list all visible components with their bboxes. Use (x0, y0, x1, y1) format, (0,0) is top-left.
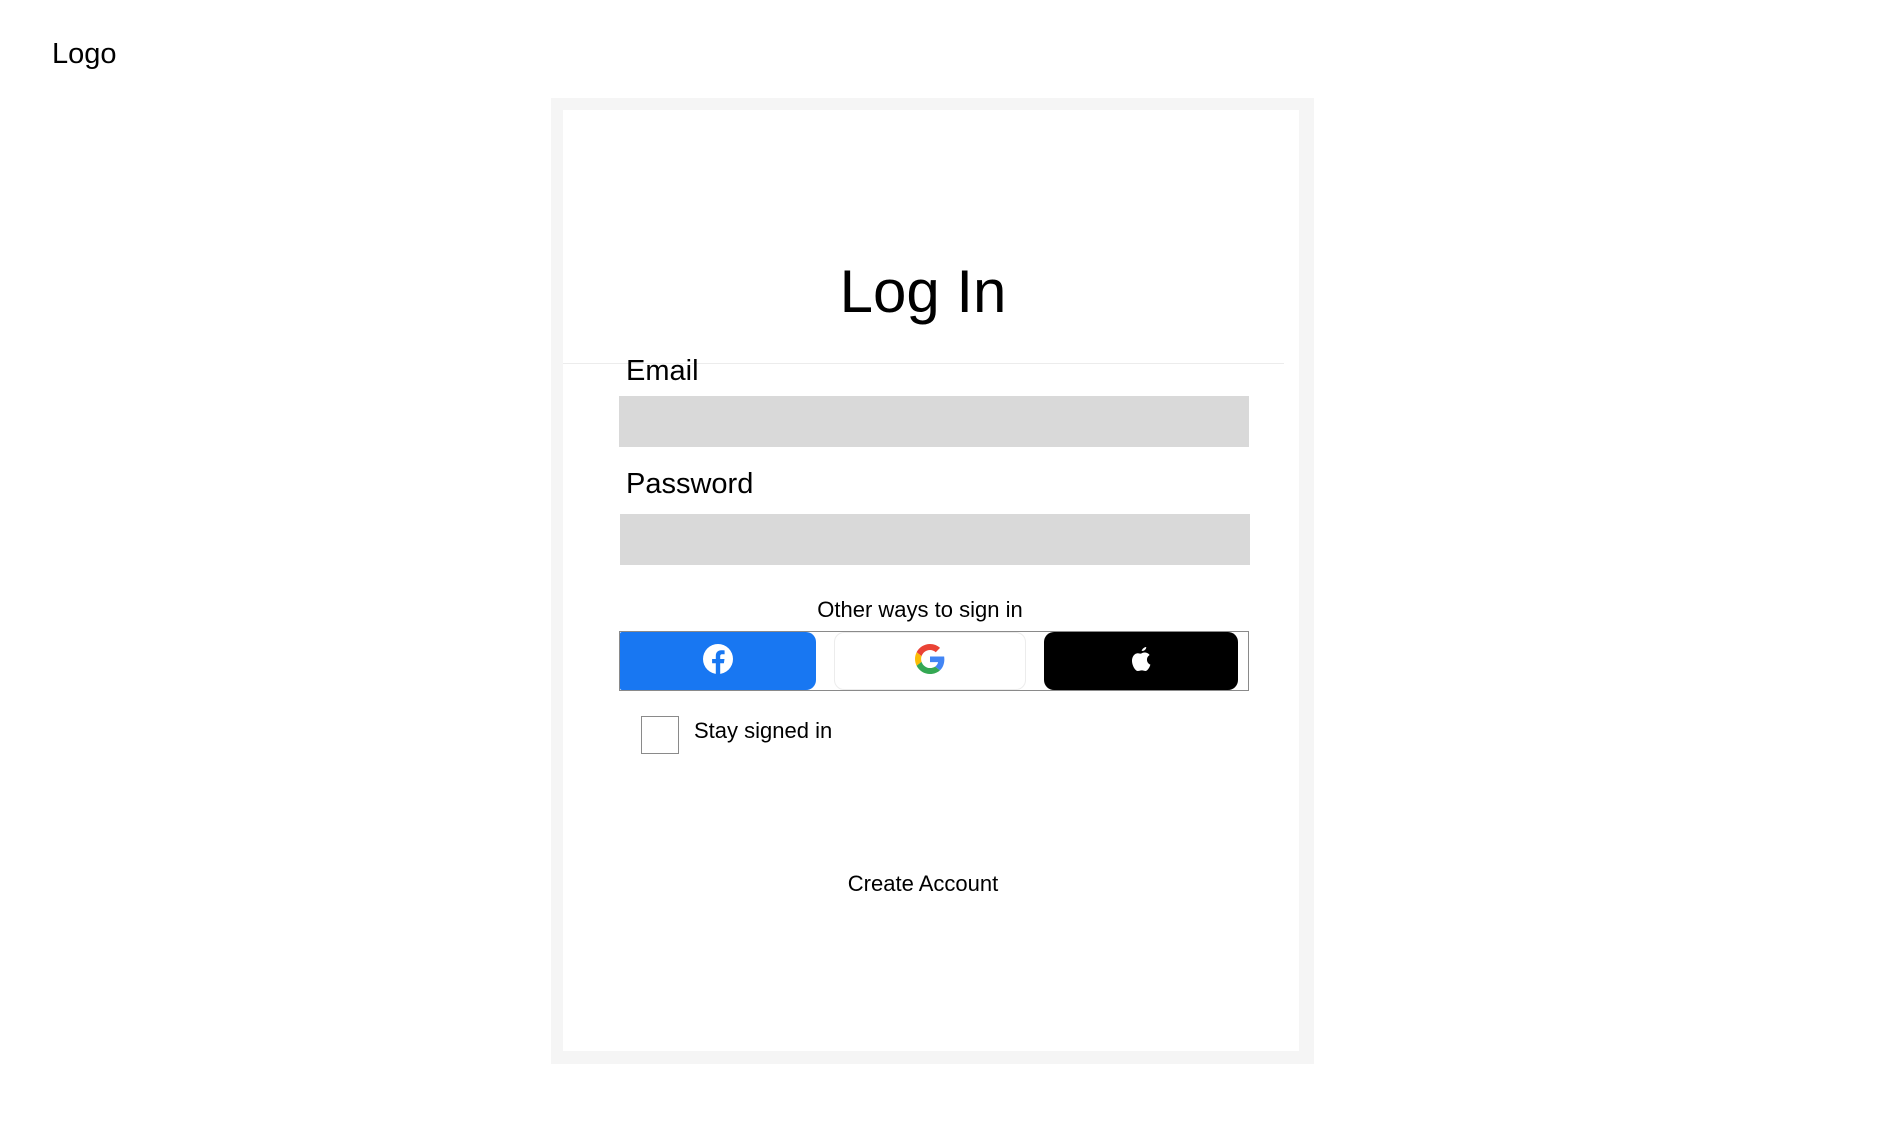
logo[interactable]: Logo (52, 40, 117, 69)
email-label: Email (626, 355, 699, 387)
other-ways-label: Other ways to sign in (817, 597, 1023, 622)
facebook-login-button[interactable] (620, 632, 816, 690)
google-icon (915, 643, 945, 679)
apple-login-button[interactable] (1044, 632, 1238, 690)
login-card (563, 110, 1299, 1051)
stay-signed-in-checkbox[interactable] (641, 716, 679, 754)
google-login-button[interactable] (834, 632, 1026, 690)
email-field[interactable] (619, 396, 1249, 447)
page-title: Log In (839, 258, 1007, 325)
create-account-link[interactable]: Create Account (563, 873, 1283, 895)
apple-icon (1128, 644, 1154, 679)
password-label: Password (626, 468, 754, 500)
password-field[interactable] (620, 514, 1250, 565)
social-login-row (619, 631, 1249, 691)
facebook-icon (702, 643, 734, 680)
stay-signed-in-label: Stay signed in (694, 718, 833, 743)
